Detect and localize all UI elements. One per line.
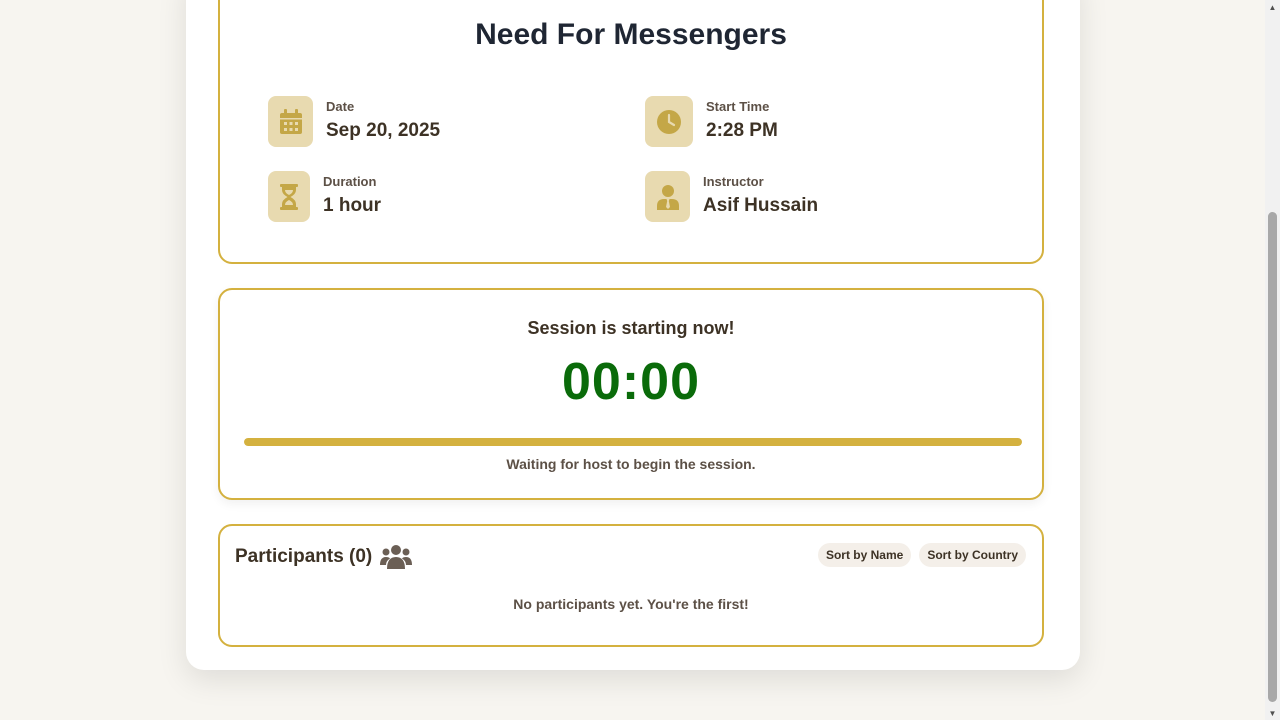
instructor-value: Asif Hussain	[703, 195, 819, 216]
clock-icon	[645, 96, 693, 147]
waiting-message: Waiting for host to begin the session.	[506, 456, 756, 472]
scrollbar-thumb[interactable]	[1268, 212, 1277, 702]
empty-participants-message: No participants yet. You're the first!	[513, 596, 749, 612]
start-time-value: 2:28 PM	[706, 120, 778, 141]
user-tie-icon	[645, 171, 690, 222]
progress-bar	[244, 438, 1022, 446]
calendar-icon	[268, 96, 313, 147]
participants-title: Participants (0)	[235, 546, 373, 567]
progress-bar-fill	[244, 438, 1022, 446]
date-info: Date Sep 20, 2025	[268, 96, 440, 147]
sort-by-country-button[interactable]: Sort by Country	[919, 543, 1026, 567]
instructor-info: Instructor Asif Hussain	[645, 171, 818, 222]
session-status: Session is starting now!	[527, 318, 735, 338]
start-time-label: Start Time	[706, 99, 770, 114]
sort-by-name-button[interactable]: Sort by Name	[817, 543, 912, 567]
sort-controls: Sort by Name Sort by Country	[810, 543, 1026, 567]
duration-label: Duration	[323, 174, 377, 189]
instructor-label: Instructor	[703, 174, 764, 189]
session-timer-panel: Session is starting now! 00:00 Waiting f…	[218, 288, 1044, 500]
page: Need For Messengers Date Sep 20, 2025 St…	[0, 0, 1280, 720]
session-info-panel: Need For Messengers Date Sep 20, 2025 St…	[218, 0, 1044, 264]
date-value: Sep 20, 2025	[326, 120, 441, 141]
countdown-timer: 00:00	[562, 353, 700, 411]
start-time-info: Start Time 2:28 PM	[645, 96, 778, 147]
page-scrollbar[interactable]: ▲ ▼	[1265, 0, 1280, 720]
scroll-down-arrow-icon[interactable]: ▼	[1265, 707, 1280, 719]
users-icon	[380, 544, 413, 570]
scroll-up-arrow-icon[interactable]: ▲	[1265, 1, 1280, 13]
session-title: Need For Messengers	[475, 18, 787, 51]
duration-info: Duration 1 hour	[268, 171, 381, 222]
duration-value: 1 hour	[323, 195, 382, 216]
participants-panel: Participants (0) Sort by Name Sort by Co…	[218, 524, 1044, 647]
hourglass-icon	[268, 171, 310, 222]
date-label: Date	[326, 99, 355, 114]
participants-header: Participants (0)	[235, 544, 413, 570]
